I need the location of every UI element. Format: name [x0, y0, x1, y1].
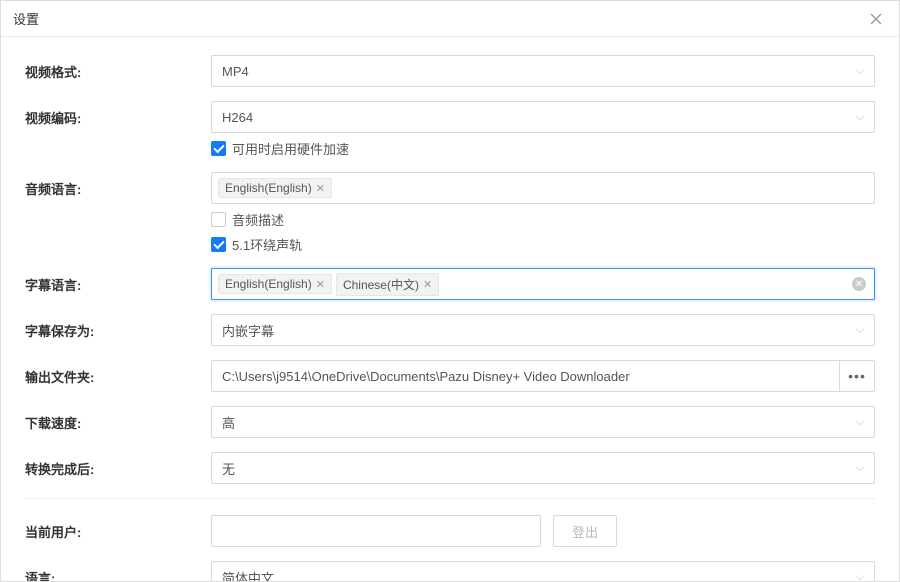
tag-remove-icon[interactable]: ✕ — [316, 182, 325, 195]
subtitle-lang-tag: Chinese(中文) ✕ — [336, 273, 439, 296]
label-video-codec: 视频编码: — [25, 101, 211, 127]
video-format-select[interactable]: MP4 ⌵ — [211, 55, 875, 87]
download-speed-select[interactable]: 高 ⌵ — [211, 406, 875, 438]
label-video-format: 视频格式: — [25, 55, 211, 81]
chevron-down-icon: ⌵ — [856, 65, 864, 78]
audio-desc-label: 音频描述 — [232, 210, 284, 229]
label-current-user: 当前用户: — [25, 515, 211, 541]
download-speed-value: 高 — [222, 413, 235, 432]
tag-label: English(English) — [225, 277, 312, 291]
settings-window: 设置 视频格式: MP4 ⌵ 视频编码: H264 ⌵ — [0, 0, 900, 582]
subtitle-lang-tag: English(English) ✕ — [218, 274, 332, 294]
surround-checkbox[interactable] — [211, 237, 226, 252]
audio-lang-tag: English(English) ✕ — [218, 178, 332, 198]
subtitle-lang-input[interactable]: English(English) ✕ Chinese(中文) ✕ ✕ — [211, 268, 875, 300]
chevron-down-icon: ⌵ — [856, 111, 864, 124]
output-folder-field[interactable]: C:\Users\j9514\OneDrive\Documents\Pazu D… — [211, 360, 839, 392]
chevron-down-icon: ⌵ — [856, 571, 864, 582]
audio-desc-checkbox[interactable] — [211, 212, 226, 227]
tag-remove-icon[interactable]: ✕ — [316, 278, 325, 291]
tag-label: Chinese(中文) — [343, 276, 419, 293]
video-codec-select[interactable]: H264 ⌵ — [211, 101, 875, 133]
hw-accel-checkbox[interactable] — [211, 141, 226, 156]
video-format-value: MP4 — [222, 64, 249, 79]
current-user-input[interactable] — [211, 515, 541, 547]
after-convert-value: 无 — [222, 459, 235, 478]
settings-content: 视频格式: MP4 ⌵ 视频编码: H264 ⌵ 可用时启用硬件加速 — [1, 37, 899, 582]
ellipsis-icon: ••• — [848, 368, 866, 384]
after-convert-select[interactable]: 无 ⌵ — [211, 452, 875, 484]
label-ui-lang: 语言: — [25, 561, 211, 582]
tag-remove-icon[interactable]: ✕ — [423, 278, 432, 291]
window-title: 设置 — [13, 9, 39, 28]
surround-label: 5.1环绕声轨 — [232, 235, 302, 254]
label-after-convert: 转换完成后: — [25, 452, 211, 478]
clear-all-icon[interactable]: ✕ — [852, 277, 866, 291]
label-audio-lang: 音频语言: — [25, 172, 211, 198]
video-codec-value: H264 — [222, 110, 253, 125]
tag-label: English(English) — [225, 181, 312, 195]
logout-button[interactable]: 登出 — [553, 515, 617, 547]
label-subtitle-save: 字幕保存为: — [25, 314, 211, 340]
subtitle-save-value: 内嵌字幕 — [222, 321, 274, 340]
audio-lang-input[interactable]: English(English) ✕ — [211, 172, 875, 204]
titlebar: 设置 — [1, 1, 899, 37]
output-folder-value: C:\Users\j9514\OneDrive\Documents\Pazu D… — [222, 369, 630, 384]
browse-button[interactable]: ••• — [839, 360, 875, 392]
ui-lang-value: 简体中文 — [222, 568, 274, 582]
ui-lang-select[interactable]: 简体中文 ⌵ — [211, 561, 875, 582]
chevron-down-icon: ⌵ — [856, 462, 864, 475]
divider — [25, 498, 875, 499]
close-icon[interactable] — [867, 10, 885, 28]
chevron-down-icon: ⌵ — [856, 416, 864, 429]
label-output-folder: 输出文件夹: — [25, 360, 211, 386]
label-download-speed: 下载速度: — [25, 406, 211, 432]
chevron-down-icon: ⌵ — [856, 324, 864, 337]
label-subtitle-lang: 字幕语言: — [25, 268, 211, 294]
hw-accel-label: 可用时启用硬件加速 — [232, 139, 349, 158]
subtitle-save-select[interactable]: 内嵌字幕 ⌵ — [211, 314, 875, 346]
